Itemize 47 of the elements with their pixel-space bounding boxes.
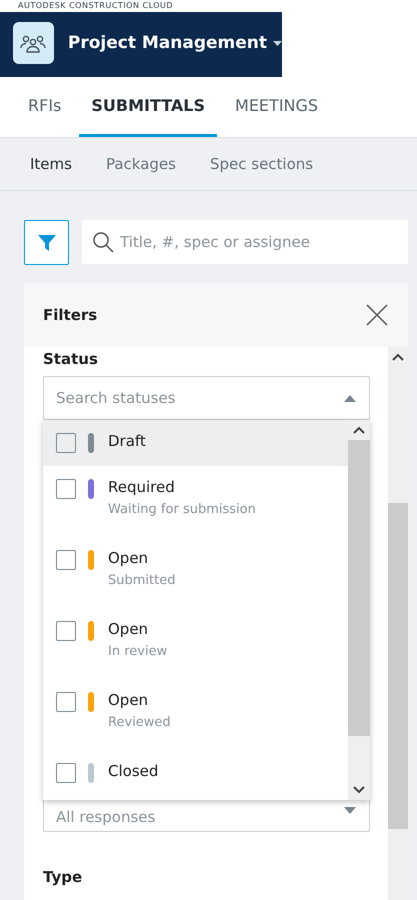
subtab[interactable]: Packages xyxy=(94,155,188,173)
tab[interactable]: RFIs xyxy=(16,77,74,137)
option-label: Open xyxy=(108,691,150,709)
panel-title: Filters xyxy=(43,306,98,324)
scroll-up-icon[interactable] xyxy=(392,353,404,361)
status-label: Status xyxy=(43,350,99,370)
filter-button[interactable] xyxy=(24,220,69,265)
checkbox[interactable] xyxy=(56,763,76,783)
scrollbar[interactable] xyxy=(388,347,408,900)
status-option[interactable]: Open In review xyxy=(43,608,348,679)
option-sublabel: Submitted xyxy=(108,573,176,588)
brand-text: AUTODESK CONSTRUCTION CLOUD xyxy=(18,1,174,11)
type-label: Type xyxy=(43,868,84,888)
option-sublabel: Reviewed xyxy=(108,715,171,730)
caret-icon xyxy=(344,395,356,402)
checkbox[interactable] xyxy=(56,692,76,712)
close-icon[interactable] xyxy=(366,304,388,326)
option-label: Required xyxy=(108,478,176,496)
checkbox[interactable] xyxy=(56,433,76,453)
option-label: Open xyxy=(108,620,150,638)
search-field[interactable]: Title, #, spec or assignee xyxy=(82,220,408,264)
option-label: Closed xyxy=(108,762,158,780)
caret-icon xyxy=(273,40,282,46)
status-search-field[interactable]: Search statuses xyxy=(43,376,370,420)
status-option[interactable]: Open Reviewed xyxy=(43,679,348,750)
scroll-down-icon[interactable] xyxy=(353,786,365,794)
checkbox[interactable] xyxy=(56,621,76,641)
tab[interactable]: SUBMITTALS xyxy=(79,77,218,137)
option-sublabel: Waiting for submission xyxy=(108,502,256,517)
option-label: Draft xyxy=(108,432,146,450)
tab[interactable]: MEETINGS xyxy=(223,77,330,137)
funnel-icon xyxy=(38,234,56,250)
status-option[interactable]: Open Submitted xyxy=(43,537,348,608)
checkbox[interactable] xyxy=(56,550,76,570)
checkbox[interactable] xyxy=(56,479,76,499)
search-icon xyxy=(92,231,114,253)
team-icon[interactable] xyxy=(13,22,54,64)
option-label: Open xyxy=(108,549,150,567)
scrollbar[interactable] xyxy=(348,420,370,800)
subtab[interactable]: Spec sections xyxy=(198,155,326,173)
project-menu-button[interactable]: Project Management xyxy=(68,33,282,53)
option-sublabel: In review xyxy=(108,644,168,659)
scroll-up-icon[interactable] xyxy=(353,426,365,434)
caret-icon xyxy=(344,807,356,814)
subtab[interactable]: Items xyxy=(18,155,84,173)
status-option[interactable]: Required Waiting for submission xyxy=(43,466,348,537)
status-option[interactable]: Draft xyxy=(43,420,348,466)
